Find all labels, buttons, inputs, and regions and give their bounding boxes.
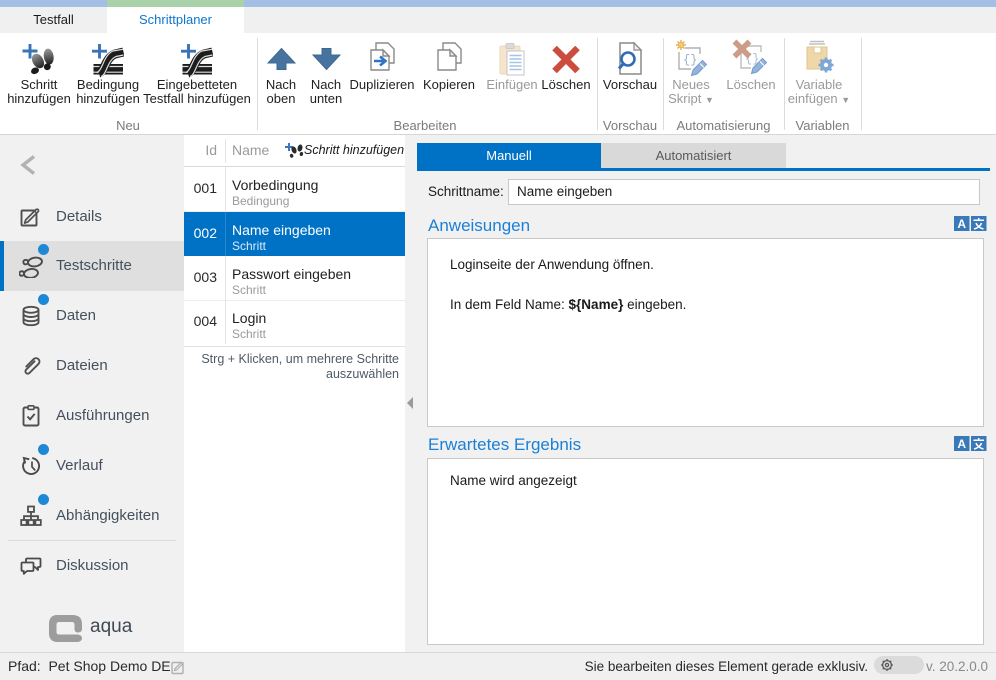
svg-text:A: A [957, 437, 966, 451]
svg-text:A: A [957, 217, 966, 231]
svg-text:{}: {} [683, 53, 697, 67]
